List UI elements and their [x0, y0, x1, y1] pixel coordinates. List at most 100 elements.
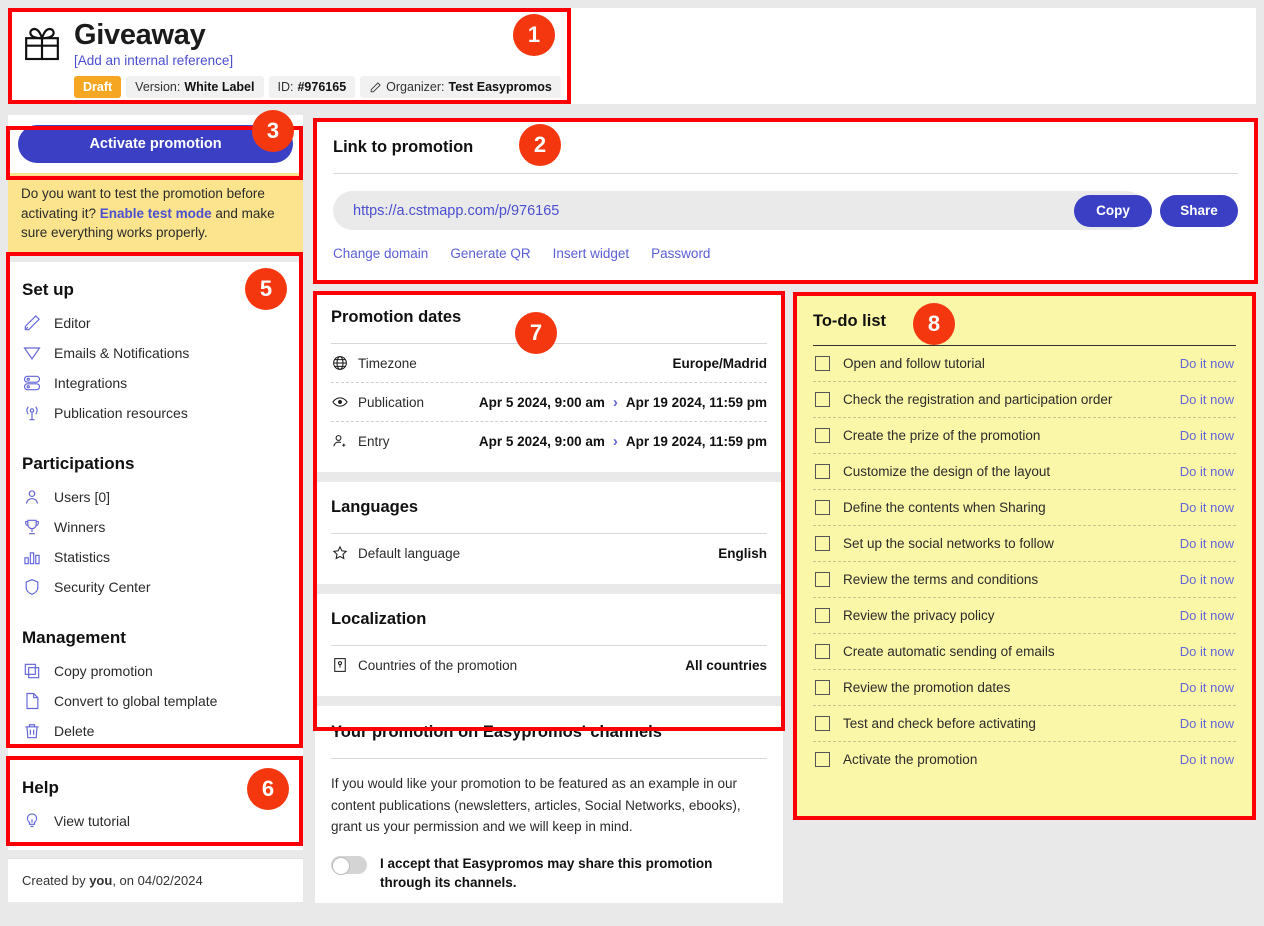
- entry-to: Apr 19 2024, 11:59 pm: [625, 433, 767, 449]
- organizer-chip: Organizer: Test Easypromos: [360, 76, 561, 99]
- entry-daterange: Apr 5 2024, 9:00 am › Apr 19 2024, 11:59…: [479, 433, 767, 450]
- created-suffix: , on 04/02/2024: [112, 872, 203, 888]
- languages-title: Languages: [331, 498, 419, 516]
- todo-checkbox[interactable]: [815, 752, 830, 767]
- sidebar-item-security-center[interactable]: Security Center: [8, 572, 303, 602]
- todo-checkbox[interactable]: [815, 428, 830, 443]
- do-it-now-link[interactable]: Do it now: [1180, 644, 1234, 659]
- star-icon: [332, 545, 348, 560]
- do-it-now-link[interactable]: Do it now: [1180, 392, 1234, 407]
- todo-label: Create automatic sending of emails: [843, 644, 1055, 659]
- do-it-now-link[interactable]: Do it now: [1180, 428, 1234, 443]
- change-domain-link[interactable]: Change domain: [333, 246, 428, 261]
- todo-item: Review the promotion dates Do it now: [813, 670, 1236, 706]
- sidebar-item-emails-notifications[interactable]: Emails & Notifications: [8, 338, 303, 368]
- annotation-number-5: 5: [245, 268, 287, 310]
- sidebar-item-label: Statistics: [54, 548, 111, 565]
- do-it-now-link[interactable]: Do it now: [1180, 680, 1234, 695]
- todo-checkbox[interactable]: [815, 608, 830, 623]
- todo-checkbox[interactable]: [815, 716, 830, 731]
- sidebar-item-publication-resources[interactable]: Publication resources: [8, 398, 303, 428]
- todo-checkbox[interactable]: [815, 356, 830, 371]
- chevron-right-icon: ›: [612, 432, 618, 450]
- password-link[interactable]: Password: [651, 246, 710, 261]
- todo-item: Open and follow tutorial Do it now: [813, 346, 1236, 382]
- annotation-number-3: 3: [252, 110, 294, 152]
- todo-checkbox[interactable]: [815, 500, 830, 515]
- channels-title: Your promotion on Easypromos' channels: [331, 723, 662, 741]
- todo-checkbox[interactable]: [815, 392, 830, 407]
- copy-button[interactable]: Copy: [1074, 194, 1152, 227]
- shield-icon: [25, 578, 39, 595]
- channels-consent-toggle[interactable]: [331, 855, 367, 875]
- sidebar-item-convert-to-global-template[interactable]: Convert to global template: [8, 686, 303, 716]
- countries-value: All countries: [685, 657, 767, 673]
- default-language-row[interactable]: Default language English: [331, 534, 767, 572]
- annotation-number-8: 8: [913, 303, 955, 345]
- id-label: ID:: [277, 80, 294, 95]
- sidebar-item-copy-promotion[interactable]: Copy promotion: [8, 656, 303, 686]
- annotation-number-2: 2: [519, 124, 561, 166]
- link-panel-title: Link to promotion: [333, 138, 474, 156]
- row-label: Publication: [358, 394, 425, 410]
- file-icon: [26, 692, 39, 709]
- do-it-now-link[interactable]: Do it now: [1180, 464, 1234, 479]
- broadcast-icon: [26, 406, 38, 420]
- sidebar-item-label: Convert to global template: [54, 692, 218, 709]
- todo-label: Review the promotion dates: [843, 680, 1011, 695]
- promotion-url[interactable]: https://a.cstmapp.com/p/976165: [333, 191, 1146, 230]
- share-button[interactable]: Share: [1160, 194, 1238, 227]
- todo-item: Set up the social networks to follow Do i…: [813, 526, 1236, 562]
- publication-row[interactable]: Publication Apr 5 2024, 9:00 am › Apr 19…: [331, 383, 767, 422]
- sidebar-item-integrations[interactable]: Integrations: [8, 368, 303, 398]
- sidebar-item-view-tutorial[interactable]: View tutorial: [8, 806, 303, 836]
- do-it-now-link[interactable]: Do it now: [1180, 752, 1234, 767]
- do-it-now-link[interactable]: Do it now: [1180, 356, 1234, 371]
- do-it-now-link[interactable]: Do it now: [1180, 608, 1234, 623]
- row-label: Timezone: [358, 355, 417, 371]
- sidebar-item-label: Delete: [54, 722, 95, 739]
- localization-card: Localization Countries of the promotion …: [315, 594, 783, 696]
- todo-label: Review the terms and conditions: [843, 572, 1039, 587]
- do-it-now-link[interactable]: Do it now: [1180, 536, 1234, 551]
- do-it-now-link[interactable]: Do it now: [1180, 716, 1234, 731]
- sidebar-item-delete[interactable]: Delete: [8, 716, 303, 746]
- todo-checkbox[interactable]: [815, 464, 830, 479]
- id-chip: ID: #976165: [268, 76, 356, 99]
- sidebar-item-users[interactable]: Users [0]: [8, 482, 303, 512]
- sidebar-item-label: Emails & Notifications: [54, 344, 190, 361]
- version-label: Version:: [135, 80, 181, 95]
- timezone-row[interactable]: Timezone Europe/Madrid: [331, 344, 767, 383]
- todo-checkbox[interactable]: [815, 644, 830, 659]
- header-meta-row: Draft Version: White Label ID: #976165 O…: [74, 76, 561, 99]
- timezone-value: Europe/Madrid: [672, 355, 767, 371]
- sidebar-item-statistics[interactable]: Statistics: [8, 542, 303, 572]
- annotation-number-1: 1: [513, 14, 555, 56]
- todo-item: Check the registration and participation…: [813, 382, 1236, 418]
- todo-label: Review the privacy policy: [843, 608, 995, 623]
- todo-item: Test and check before activating Do it no…: [813, 706, 1236, 742]
- add-internal-reference-link[interactable]: [Add an internal reference]: [74, 53, 561, 68]
- todo-title: To-do list: [813, 312, 887, 330]
- sidebar-item-label: Security Center: [54, 578, 151, 595]
- sidebar-item-winners[interactable]: Winners: [8, 512, 303, 542]
- insert-widget-link[interactable]: Insert widget: [553, 246, 630, 261]
- management-heading: Management: [22, 627, 126, 647]
- todo-item: Customize the design of the layout Do it …: [813, 454, 1236, 490]
- sidebar-item-editor[interactable]: Editor: [8, 308, 303, 338]
- do-it-now-link[interactable]: Do it now: [1180, 572, 1234, 587]
- countries-row[interactable]: Countries of the promotion All countries: [331, 646, 767, 684]
- todo-checkbox[interactable]: [815, 536, 830, 551]
- generate-qr-link[interactable]: Generate QR: [450, 246, 530, 261]
- do-it-now-link[interactable]: Do it now: [1180, 500, 1234, 515]
- sidebar-item-label: View tutorial: [54, 812, 131, 829]
- channels-consent-row: I accept that Easypromos may share this …: [331, 854, 767, 893]
- enable-test-mode-link[interactable]: Enable test mode: [100, 206, 212, 221]
- row-label: Entry: [358, 433, 390, 449]
- todo-checkbox[interactable]: [815, 680, 830, 695]
- todo-checkbox[interactable]: [815, 572, 830, 587]
- todo-label: Create the prize of the promotion: [843, 428, 1041, 443]
- sidebar-item-label: Publication resources: [54, 404, 188, 421]
- entry-row[interactable]: Entry Apr 5 2024, 9:00 am › Apr 19 2024,…: [331, 422, 767, 460]
